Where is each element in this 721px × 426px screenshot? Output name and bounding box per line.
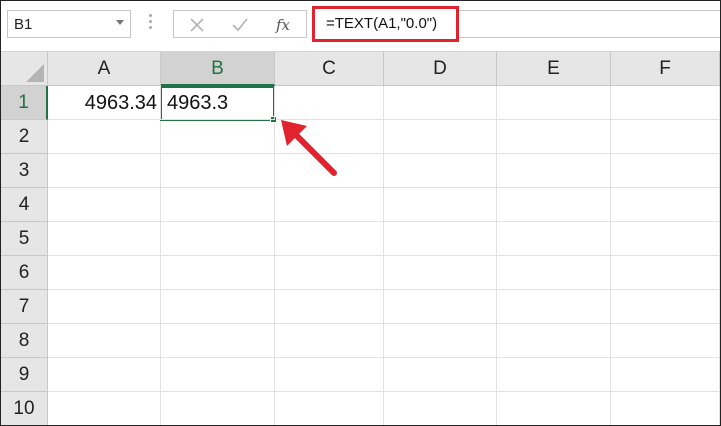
row-header-10[interactable]: 10 <box>1 392 48 425</box>
row-header-3[interactable]: 3 <box>1 154 48 188</box>
empty-cell[interactable] <box>161 120 275 154</box>
cell-a1[interactable]: 4963.34 <box>48 86 161 120</box>
empty-cell[interactable] <box>48 358 161 392</box>
empty-cell[interactable] <box>48 222 161 256</box>
formula-text: =TEXT(A1,"0.0") <box>326 15 438 32</box>
empty-cell[interactable] <box>384 188 497 222</box>
empty-cell[interactable] <box>48 188 161 222</box>
empty-cell[interactable] <box>384 256 497 290</box>
row-header-1[interactable]: 1 <box>1 86 48 120</box>
empty-cell[interactable] <box>497 188 611 222</box>
empty-cell[interactable] <box>275 188 384 222</box>
empty-cell[interactable] <box>497 324 611 358</box>
empty-cell[interactable] <box>275 358 384 392</box>
select-all-triangle-icon <box>26 64 44 82</box>
empty-cell[interactable] <box>384 290 497 324</box>
empty-cell[interactable] <box>161 154 275 188</box>
column-header-c[interactable]: C <box>275 52 384 86</box>
row-header-4[interactable]: 4 <box>1 188 48 222</box>
red-arrow-icon <box>281 120 337 176</box>
empty-cell[interactable] <box>275 290 384 324</box>
empty-cell[interactable] <box>611 120 720 154</box>
empty-cell[interactable] <box>275 222 384 256</box>
empty-cell[interactable] <box>161 358 275 392</box>
row-header-8[interactable]: 8 <box>1 324 48 358</box>
empty-cell[interactable] <box>275 392 384 425</box>
row-header-5[interactable]: 5 <box>1 222 48 256</box>
empty-cell[interactable] <box>275 324 384 358</box>
empty-cell[interactable] <box>161 324 275 358</box>
empty-cell[interactable] <box>497 392 611 425</box>
empty-cell[interactable] <box>497 222 611 256</box>
empty-cell[interactable] <box>611 358 720 392</box>
empty-cell[interactable] <box>161 256 275 290</box>
close-icon[interactable] <box>186 14 208 36</box>
empty-cell[interactable] <box>611 188 720 222</box>
empty-cell[interactable] <box>497 86 611 120</box>
empty-cell[interactable] <box>384 324 497 358</box>
empty-cell[interactable] <box>161 392 275 425</box>
name-box[interactable]: B1 <box>7 10 131 38</box>
formula-controls: fx <box>173 10 307 38</box>
empty-cell[interactable] <box>48 120 161 154</box>
empty-cell[interactable] <box>611 222 720 256</box>
empty-cell[interactable] <box>497 154 611 188</box>
column-header-a[interactable]: A <box>48 52 161 86</box>
empty-cell[interactable] <box>611 324 720 358</box>
empty-cell[interactable] <box>384 358 497 392</box>
column-header-b[interactable]: B <box>161 52 275 86</box>
empty-cell[interactable] <box>611 86 720 120</box>
chevron-down-icon[interactable] <box>116 20 124 25</box>
empty-cell[interactable] <box>497 256 611 290</box>
empty-cell[interactable] <box>611 392 720 425</box>
column-header-e[interactable]: E <box>497 52 611 86</box>
empty-cell[interactable] <box>48 256 161 290</box>
empty-cell[interactable] <box>161 222 275 256</box>
fx-icon[interactable]: fx <box>273 14 295 36</box>
empty-cell[interactable] <box>161 290 275 324</box>
formula-input-extension[interactable] <box>459 10 720 38</box>
empty-cell[interactable] <box>384 120 497 154</box>
column-header-d[interactable]: D <box>384 52 497 86</box>
empty-cell[interactable] <box>48 290 161 324</box>
empty-cell[interactable] <box>384 86 497 120</box>
empty-cell[interactable] <box>48 154 161 188</box>
cell-b1[interactable]: 4963.3 <box>161 86 275 120</box>
empty-cell[interactable] <box>48 392 161 425</box>
select-all-button[interactable] <box>1 52 48 86</box>
empty-cell[interactable] <box>384 392 497 425</box>
empty-cell[interactable] <box>48 324 161 358</box>
formula-input[interactable]: =TEXT(A1,"0.0") <box>312 6 459 42</box>
empty-cell[interactable] <box>384 154 497 188</box>
spreadsheet-window: B1 fx =TEXT(A1,"0.0") A B C D E F 1 2 3 … <box>0 0 721 426</box>
empty-cell[interactable] <box>161 188 275 222</box>
svg-text:fx: fx <box>275 16 291 34</box>
empty-cell[interactable] <box>384 222 497 256</box>
column-header-f[interactable]: F <box>611 52 720 86</box>
empty-cell[interactable] <box>611 290 720 324</box>
empty-cell[interactable] <box>611 256 720 290</box>
empty-cell[interactable] <box>275 256 384 290</box>
row-header-7[interactable]: 7 <box>1 290 48 324</box>
row-header-9[interactable]: 9 <box>1 358 48 392</box>
empty-cell[interactable] <box>611 154 720 188</box>
drag-handle[interactable] <box>149 14 153 34</box>
formula-bar-area: B1 fx =TEXT(A1,"0.0") <box>1 1 720 52</box>
empty-cell[interactable] <box>497 120 611 154</box>
row-header-6[interactable]: 6 <box>1 256 48 290</box>
empty-cell[interactable] <box>497 290 611 324</box>
empty-cell[interactable] <box>497 358 611 392</box>
row-header-2[interactable]: 2 <box>1 120 48 154</box>
check-icon[interactable] <box>229 14 251 36</box>
name-box-value: B1 <box>14 16 33 33</box>
